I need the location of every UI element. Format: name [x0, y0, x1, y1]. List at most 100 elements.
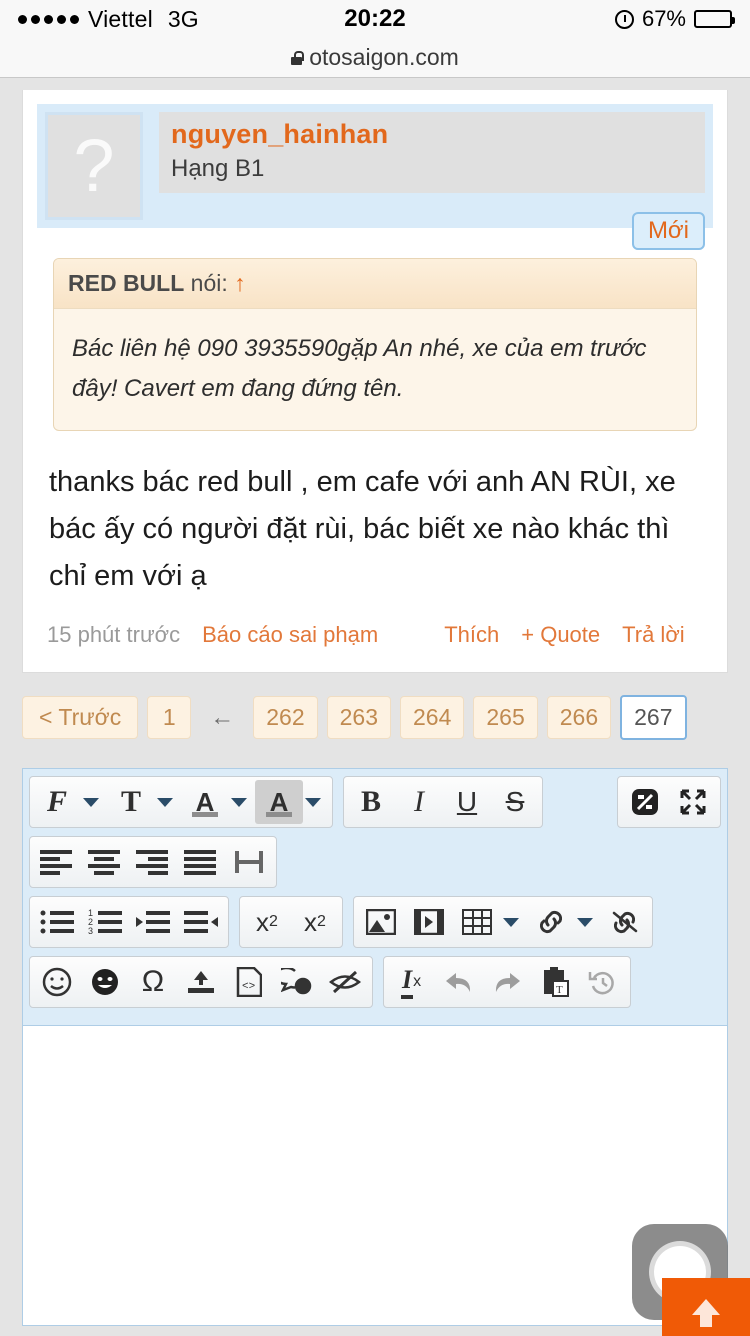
fullscreen-icon[interactable]: [669, 780, 717, 824]
browser-url-bar[interactable]: otosaigon.com: [0, 38, 750, 78]
smiley-filled-icon[interactable]: [81, 960, 129, 1004]
toolbar-row-2: [29, 836, 721, 889]
numbered-list-icon[interactable]: 123: [81, 900, 129, 944]
author-rank: Hạng B1: [171, 155, 265, 182]
quote-block: RED BULL nói: ↑ Bác liên hệ 090 3935590g…: [53, 258, 697, 432]
post-footer: 15 phút trước Báo cáo sai phạm Thích + Q…: [37, 600, 713, 672]
toolbar-group-extras: Ω <>: [29, 956, 373, 1009]
new-badge[interactable]: Mới: [631, 212, 705, 250]
font-size-icon[interactable]: T: [107, 780, 155, 824]
highlight-color-icon[interactable]: A: [255, 780, 303, 825]
outdent-icon[interactable]: [177, 900, 225, 944]
insert-link-icon[interactable]: [527, 900, 575, 944]
editor-content-area[interactable]: [23, 1025, 727, 1326]
quote-text: Bác liên hệ 090 3935590gặp An nhé, xe củ…: [72, 335, 647, 402]
phone-screen: Viettel 3G 20:22 67% otosaigon.com ? ngu…: [0, 0, 750, 1336]
status-bar-right: 67%: [614, 6, 735, 32]
undo-icon[interactable]: [435, 960, 483, 1004]
quote-header[interactable]: RED BULL nói: ↑: [54, 259, 696, 309]
toolbar-group-insert: [353, 896, 653, 949]
pagination-page[interactable]: 264: [400, 696, 465, 740]
insert-link-chevron-down-icon[interactable]: [577, 917, 593, 927]
page-content: ? nguyen_hainhan Hạng B1 Mới RED BULL nó…: [0, 90, 750, 1336]
insert-image-icon[interactable]: [357, 900, 405, 944]
battery-percent-label: 67%: [641, 6, 686, 31]
pagination-prev-button[interactable]: < Trước: [22, 696, 139, 740]
text-color-chevron-down-icon[interactable]: [231, 797, 247, 807]
pagination-page-1[interactable]: 1: [147, 696, 192, 740]
quote-author: RED BULL: [68, 270, 185, 296]
remove-format-icon[interactable]: Ix: [387, 960, 435, 1004]
toolbar-group-style: B I U S: [343, 776, 543, 829]
text-color-icon[interactable]: A: [181, 780, 229, 824]
font-family-icon[interactable]: F: [33, 780, 81, 824]
toolbar-group-view: [617, 776, 721, 829]
author-username[interactable]: nguyen_hainhan: [171, 119, 693, 150]
report-link[interactable]: Báo cáo sai phạm: [202, 622, 378, 648]
pagination-page[interactable]: 262: [253, 696, 318, 740]
insert-table-chevron-down-icon[interactable]: [503, 917, 519, 927]
avatar[interactable]: ?: [45, 112, 143, 220]
align-center-icon[interactable]: [81, 840, 129, 884]
toolbar-row-1: F T A A B I U S: [29, 776, 721, 829]
editor-toolbar: F T A A B I U S 1 2 3 x 2 x 2 Ω <> I x T: [23, 769, 727, 1025]
subscript-icon[interactable]: x2: [243, 900, 291, 944]
post-card: ? nguyen_hainhan Hạng B1 Mới RED BULL nó…: [22, 90, 728, 674]
signal-strength-icon: [18, 14, 79, 24]
underline-icon[interactable]: U: [443, 780, 491, 824]
reply-editor: F T A A B I U S 1 2 3 x 2 x 2 Ω <> I x T: [22, 768, 728, 1327]
bold-icon[interactable]: B: [347, 780, 395, 824]
align-right-icon[interactable]: [129, 840, 177, 884]
toolbar-group-font: F T A A: [29, 776, 333, 829]
pagination-gap-arrow-icon: ←: [210, 703, 235, 731]
post-header: ? nguyen_hainhan Hạng B1 Mới: [37, 104, 713, 250]
font-size-chevron-down-icon[interactable]: [157, 797, 173, 807]
special-character-icon[interactable]: Ω: [129, 960, 177, 1004]
quote-link[interactable]: + Quote: [521, 622, 600, 648]
paste-text-icon[interactable]: T: [531, 960, 579, 1004]
like-link[interactable]: Thích: [444, 622, 499, 648]
lock-icon: [291, 50, 304, 65]
indent-icon[interactable]: [129, 900, 177, 944]
toolbar-group-lists: 123: [29, 896, 229, 949]
restore-draft-icon[interactable]: [579, 960, 627, 1004]
post-author-meta: nguyen_hainhan Hạng B1: [159, 112, 705, 193]
smiley-icon[interactable]: [33, 960, 81, 1004]
pagination: < Trước 1 ← 262 263 264 265 266 267: [0, 673, 750, 741]
highlight-color-chevron-down-icon[interactable]: [305, 797, 321, 807]
redo-icon[interactable]: [483, 960, 531, 1004]
insert-table-icon[interactable]: [453, 900, 501, 944]
reply-link[interactable]: Trả lời: [622, 622, 685, 648]
alarm-clock-icon: [614, 9, 634, 29]
superscript-icon[interactable]: x2: [291, 900, 339, 944]
network-type-label: 3G: [167, 5, 199, 32]
svg-text:3: 3: [88, 926, 93, 935]
svg-text:<>: <>: [242, 981, 255, 993]
italic-icon[interactable]: I: [395, 780, 443, 824]
font-family-chevron-down-icon[interactable]: [83, 797, 99, 807]
pagination-page[interactable]: 266: [546, 696, 612, 740]
status-bar: Viettel 3G 20:22 67%: [0, 0, 750, 38]
bullet-list-icon[interactable]: [33, 900, 81, 944]
toolbar-row-4: Ω <> I x T: [29, 956, 721, 1009]
toolbar-row-3: 123 x2 x2: [29, 896, 721, 949]
align-justify-icon[interactable]: [177, 840, 225, 884]
source-mode-icon[interactable]: [621, 780, 669, 824]
upload-icon[interactable]: [177, 960, 225, 1004]
spoiler-icon[interactable]: [321, 960, 369, 1004]
insert-media-icon[interactable]: [405, 900, 453, 944]
quote-jump-arrow-icon[interactable]: ↑: [234, 270, 246, 296]
unlink-icon[interactable]: [601, 900, 649, 944]
code-block-icon[interactable]: <>: [225, 960, 273, 1004]
pagination-current-page[interactable]: 267: [620, 695, 687, 741]
battery-icon: [694, 10, 735, 28]
strikethrough-icon[interactable]: S: [491, 780, 539, 824]
insert-quote-icon[interactable]: [273, 960, 321, 1004]
post-timestamp: 15 phút trước: [47, 622, 181, 648]
horizontal-rule-icon[interactable]: [225, 840, 273, 884]
scroll-to-top-button[interactable]: [662, 1278, 750, 1336]
pagination-page[interactable]: 263: [326, 696, 391, 740]
align-left-icon[interactable]: [33, 840, 81, 884]
toolbar-group-history: Ix T: [383, 956, 631, 1009]
pagination-page[interactable]: 265: [473, 696, 538, 740]
